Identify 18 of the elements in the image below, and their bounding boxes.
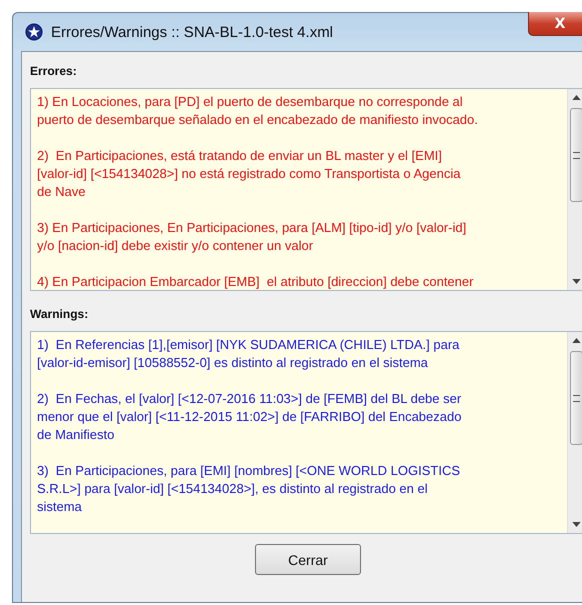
scrollbar[interactable]	[567, 89, 582, 290]
scroll-up-icon[interactable]	[572, 95, 581, 100]
section-label: Warnings:	[30, 307, 90, 321]
close-button[interactable]: X	[528, 12, 582, 36]
message-text: 2) En Fechas, el [valor] [<12-07-2016 11:03>] de [FEMB] del BL debe ser menor que el [valor] [<11-12-2015 11:02>] de [FARRIBO] del Encabezado de Manifiesto	[37, 390, 462, 444]
message-text: 3) En Participaciones, En Participaciones, para [ALM] [tipo-id] y/o [valor-id] y/o [nacion-id] debe existir y/o contener un valor	[37, 219, 468, 255]
message-text: 1) En Referencias [1],[emisor] [NYK SUDAMERICA (CHILE) LTDA.] para [valor-id-emisor] [10588552-0] es distinto al registrado en el sistema	[37, 336, 460, 372]
scroll-down-icon[interactable]	[572, 522, 581, 527]
window-title: Errores/Warnings :: SNA-BL-1.0-test 4.xml	[51, 24, 334, 40]
scroll-up-icon[interactable]	[572, 338, 581, 343]
scrollbar[interactable]	[567, 332, 582, 533]
message-text: 3) En Participaciones, para [EMI] [nombres] [<ONE WORLD LOGISTICS S.R.L>] para [valor-id] [<154134028>], es distinto al registrado en el sistema	[37, 462, 462, 516]
message-text: 1) En Locaciones, para [PD] el puerto de desembarque no corresponde al puerto de desembarque señalado en el encabezado de manifiesto invocado.	[37, 93, 479, 129]
scroll-down-icon[interactable]	[572, 279, 581, 284]
section-label: Errores:	[30, 64, 78, 78]
message-text: 4) En Participacion Embarcador [EMB] el atributo [direccion] debe contener	[37, 273, 474, 290]
close-button[interactable]: Cerrar	[255, 544, 361, 575]
message-text: 2) En Participaciones, está tratando de enviar un BL master y el [EMI] [valor-id] [<154134028>] no está registrado como Transportista o Agencia de Nave	[37, 147, 462, 201]
